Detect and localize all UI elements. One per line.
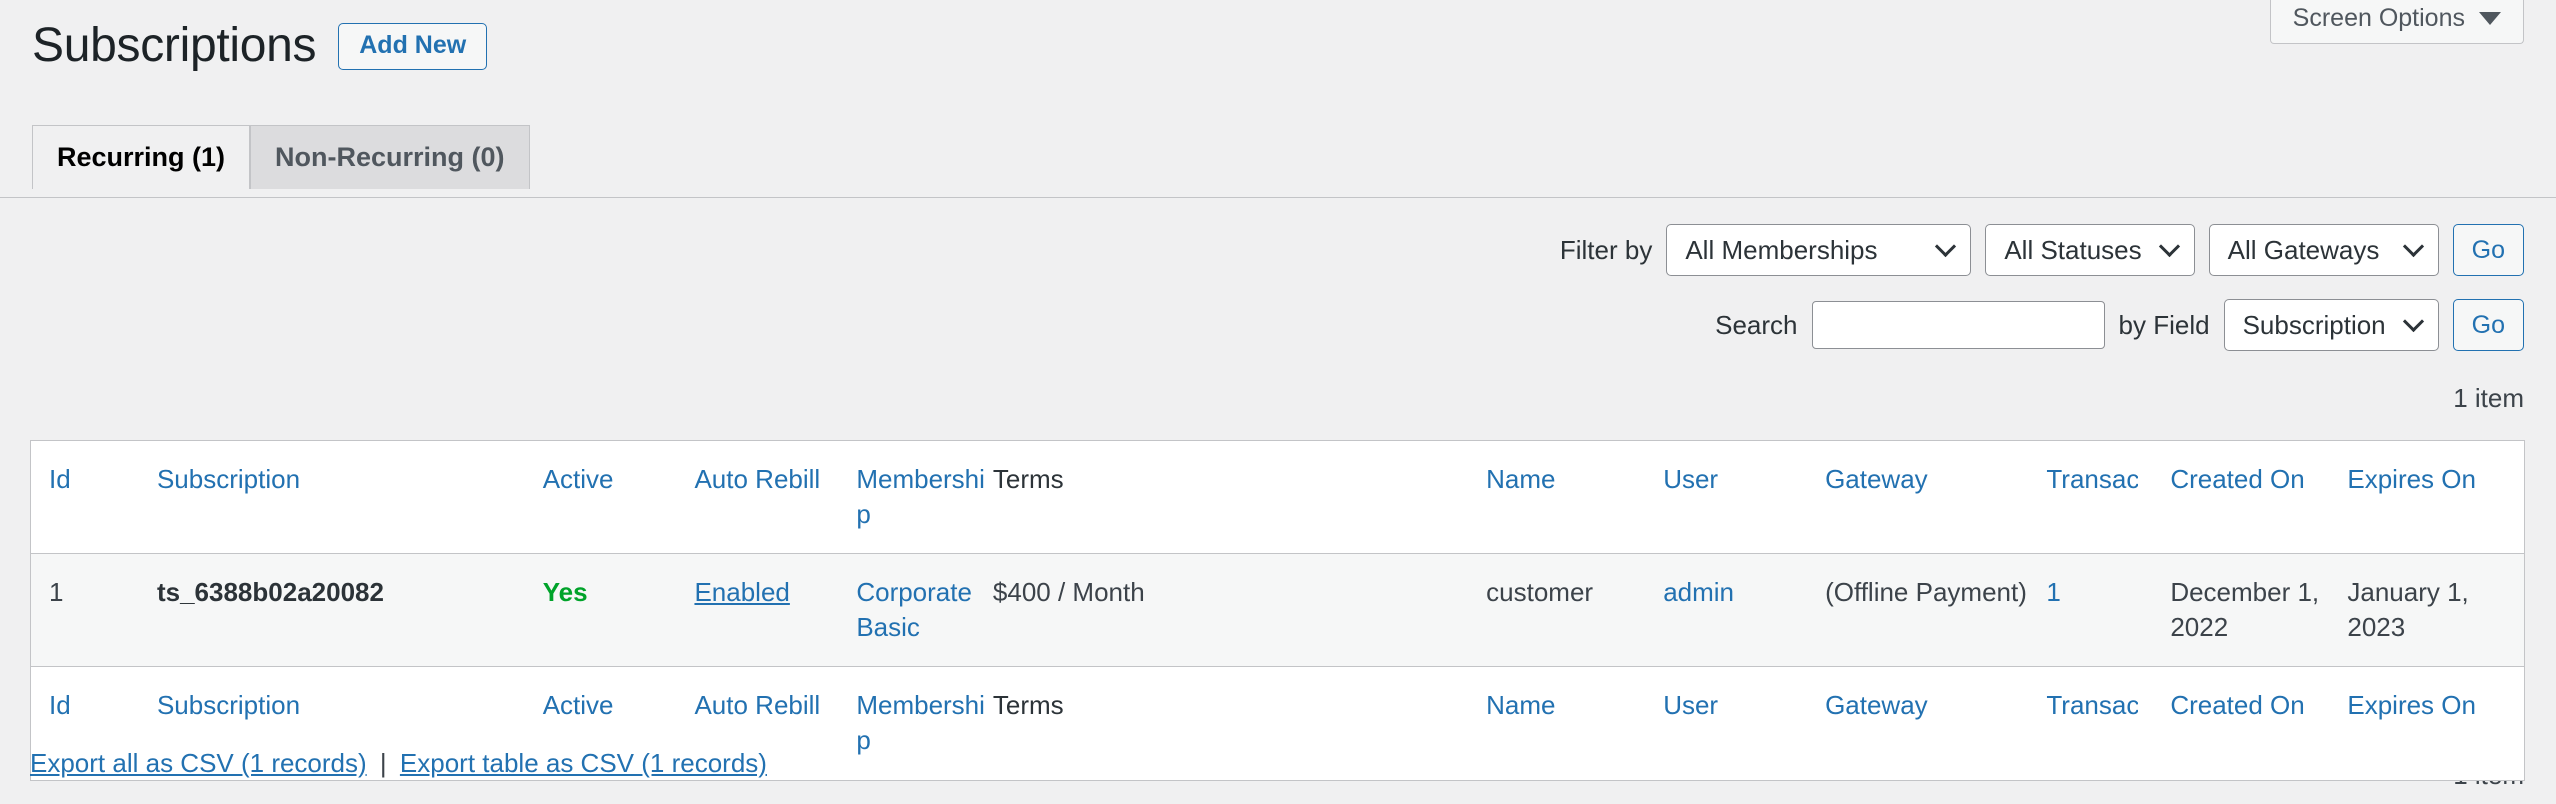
subscriptions-table: Id Subscription Active Auto Rebill Membe…	[30, 440, 2525, 781]
footer-header-name[interactable]: Name	[1486, 666, 1664, 781]
filter-by-label: Filter by	[1559, 234, 1653, 265]
page-title: Subscriptions	[32, 19, 317, 72]
footer-header-transactions-text: Transactions	[2046, 690, 2139, 721]
column-header-expires-on[interactable]: Expires On	[2347, 440, 2525, 554]
export-separator: |	[379, 748, 387, 778]
column-header-created-on[interactable]: Created On	[2170, 440, 2348, 554]
cell-auto-rebill: Enabled	[694, 553, 857, 668]
column-header-auto-rebill[interactable]: Auto Rebill	[694, 440, 857, 554]
footer-header-created-on[interactable]: Created On	[2170, 666, 2348, 781]
page-header: Subscriptions Add New	[32, 19, 488, 72]
cell-membership: Corporate Basic	[856, 553, 993, 668]
column-header-membership[interactable]: Membership	[856, 440, 993, 554]
column-header-subscription[interactable]: Subscription	[156, 440, 543, 554]
column-header-terms: Terms	[992, 440, 1487, 554]
table-row: 1 ts_6388b02a20082 Yes Enabled Corporate…	[30, 553, 2525, 668]
search-field-value: Subscription	[2242, 309, 2386, 340]
user-link[interactable]: admin	[1663, 577, 1734, 607]
filter-go-button[interactable]: Go	[2452, 224, 2524, 276]
cell-created-on: December 1, 2022	[2170, 553, 2348, 668]
transactions-link[interactable]: 1	[2046, 577, 2060, 607]
screen-options-button[interactable]: Screen Options	[2269, 0, 2524, 44]
cell-name: customer	[1486, 553, 1664, 668]
chevron-down-icon	[2479, 12, 2501, 25]
admin-page: Screen Options Subscriptions Add New Rec…	[0, 0, 2556, 804]
column-header-id[interactable]: Id	[30, 440, 157, 554]
column-header-user[interactable]: User	[1663, 440, 1826, 554]
column-header-transactions-text: Transactions	[2046, 464, 2139, 494]
membership-link[interactable]: Corporate Basic	[856, 577, 972, 642]
cell-gateway: (Offline Payment)	[1825, 553, 2047, 668]
membership-filter-select[interactable]: All Memberships	[1666, 224, 1972, 276]
table-body: 1 ts_6388b02a20082 Yes Enabled Corporate…	[30, 553, 2525, 668]
cell-subscription: ts_6388b02a20082	[156, 553, 543, 668]
footer-header-membership[interactable]: Membership	[856, 666, 993, 781]
chevron-down-icon	[2402, 310, 2424, 333]
status-filter-select[interactable]: All Statuses	[1985, 224, 2195, 276]
search-label: Search	[1715, 309, 1798, 340]
footer-header-gateway[interactable]: Gateway	[1825, 666, 2047, 781]
item-count-top: 1 item	[2453, 383, 2524, 413]
footer-header-terms: Terms	[992, 666, 1487, 781]
column-header-name[interactable]: Name	[1486, 440, 1664, 554]
cell-terms: $400 / Month	[992, 553, 1487, 668]
gateway-filter-select[interactable]: All Gateways	[2208, 224, 2439, 276]
cell-id: 1	[30, 553, 157, 668]
column-header-active[interactable]: Active	[542, 440, 695, 554]
tab-non-recurring[interactable]: Non-Recurring (0)	[250, 125, 530, 190]
column-header-transactions[interactable]: Transactions	[2046, 440, 2171, 554]
filter-bar: Filter by All Memberships All Statuses A…	[1560, 224, 2524, 276]
table-header-row: Id Subscription Active Auto Rebill Membe…	[30, 440, 2525, 554]
auto-rebill-link[interactable]: Enabled	[694, 577, 789, 607]
cell-transactions: 1	[2046, 553, 2171, 668]
export-links: Export all as CSV (1 records) | Export t…	[30, 748, 767, 779]
export-table-csv-link[interactable]: Export table as CSV (1 records)	[400, 748, 767, 778]
search-bar: Search by Field Subscription Go	[1715, 299, 2524, 351]
search-field-select[interactable]: Subscription	[2223, 299, 2439, 351]
footer-header-transactions[interactable]: Transactions	[2046, 666, 2171, 781]
tab-recurring[interactable]: Recurring (1)	[32, 125, 251, 190]
search-go-button[interactable]: Go	[2452, 299, 2524, 351]
chevron-down-icon	[2402, 235, 2424, 258]
cell-user: admin	[1663, 553, 1826, 668]
cell-expires-on: January 1, 2023	[2347, 553, 2525, 668]
chevron-down-icon	[2158, 235, 2180, 258]
by-field-label: by Field	[2118, 309, 2210, 340]
cell-active: Yes	[542, 553, 695, 668]
table-head: Id Subscription Active Auto Rebill Membe…	[30, 440, 2525, 554]
gateway-filter-value: All Gateways	[2227, 234, 2380, 265]
screen-options-label: Screen Options	[2292, 4, 2465, 32]
column-header-gateway[interactable]: Gateway	[1825, 440, 2047, 554]
membership-filter-value: All Memberships	[1685, 234, 1878, 265]
tab-underline	[0, 197, 2556, 198]
active-value: Yes	[542, 577, 588, 608]
footer-header-expires-on[interactable]: Expires On	[2347, 666, 2525, 781]
tab-bar: Recurring (1) Non-Recurring (0)	[32, 125, 530, 190]
chevron-down-icon	[1935, 235, 1957, 258]
export-all-csv-link[interactable]: Export all as CSV (1 records)	[30, 748, 367, 778]
footer-header-user[interactable]: User	[1663, 666, 1826, 781]
status-filter-value: All Statuses	[2004, 234, 2142, 265]
add-new-button[interactable]: Add New	[338, 22, 488, 70]
search-input[interactable]	[1811, 301, 2105, 349]
